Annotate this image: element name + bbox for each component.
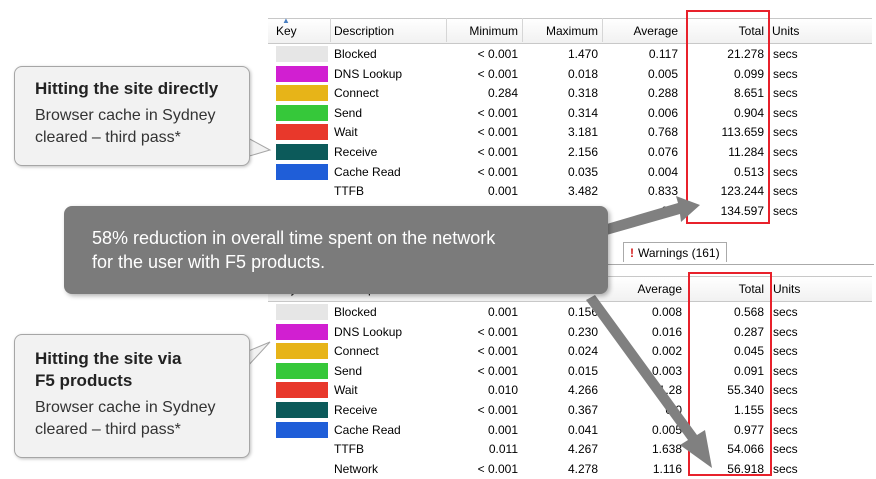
- summary-line2: for the user with F5 products.: [92, 252, 326, 272]
- summary-banner: 58% reduction in overall time spent on t…: [64, 206, 608, 294]
- summary-line1: 58% reduction in overall time spent on t…: [92, 228, 496, 248]
- arrow-to-top-total: [600, 196, 700, 236]
- arrow-to-bottom-total: [586, 295, 712, 468]
